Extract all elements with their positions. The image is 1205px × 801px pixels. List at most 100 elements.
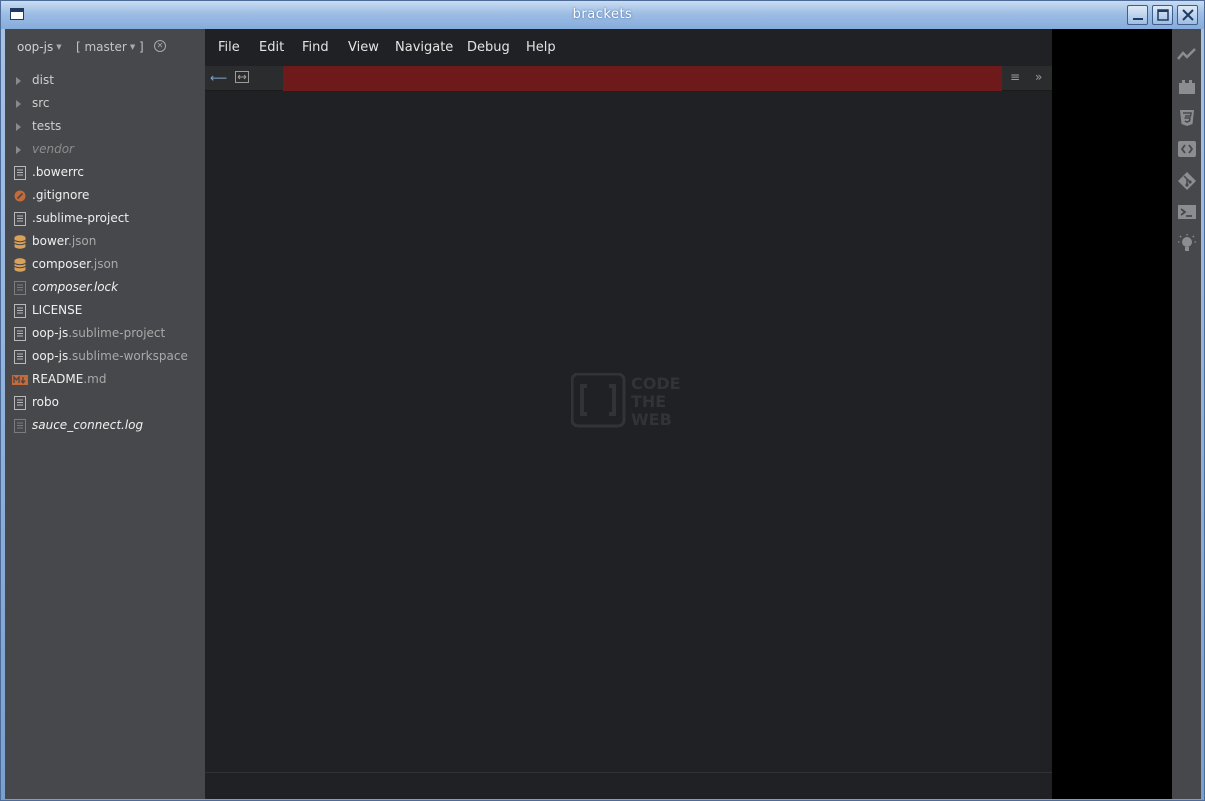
git-icon[interactable] [1177, 171, 1197, 191]
file-extension: .json [90, 257, 119, 271]
live-preview-icon[interactable] [1177, 45, 1197, 65]
tree-file[interactable]: LICENSE [5, 299, 205, 322]
branch-name: [ master [76, 40, 127, 54]
folder-name: vendor [32, 142, 74, 156]
menu-debug[interactable]: Debug [467, 40, 510, 55]
editor-toolbar: ⟵ ≡ » [205, 66, 1052, 91]
file-name: composer [32, 257, 91, 271]
logo-line1: CODE [631, 374, 681, 393]
caret-down-icon: ▼ [56, 43, 62, 51]
file-label: README.md [32, 372, 106, 386]
window-title: brackets [572, 7, 633, 22]
menu-find[interactable]: Find [302, 40, 329, 55]
file-label: bower.json [32, 234, 96, 248]
css3-icon[interactable] [1177, 108, 1197, 128]
tree-file[interactable]: .gitignore [5, 184, 205, 207]
file-extension: .sublime-project [68, 326, 166, 340]
file-extension: .md [83, 372, 107, 386]
menu-file[interactable]: File [218, 40, 240, 55]
tree-file[interactable]: .sublime-project [5, 207, 205, 230]
file-name: robo [32, 395, 59, 409]
triangle-right-icon[interactable] [16, 100, 21, 108]
logo-line3: WEB [631, 410, 672, 429]
menu-edit[interactable]: Edit [259, 40, 284, 55]
tree-file[interactable]: bower.json [5, 230, 205, 253]
project-dropdown[interactable]: oop-js ▼ [17, 40, 62, 54]
file-label: .sublime-project [32, 211, 129, 225]
tree-file[interactable]: robo [5, 391, 205, 414]
tree-folder[interactable]: src [5, 92, 205, 115]
triangle-right-icon[interactable] [16, 146, 21, 154]
file-label: oop-js.sublime-workspace [32, 349, 188, 363]
tree-file[interactable]: .bowerrc [5, 161, 205, 184]
arrow-left-icon[interactable]: ⟵ [210, 71, 227, 85]
extension-manager-icon[interactable] [1177, 77, 1197, 97]
close-project-icon[interactable]: ✕ [154, 40, 166, 52]
minimize-button[interactable] [1127, 5, 1148, 25]
app-window: brackets oop-js ▼ [ master ▼ ] ✕ dist src [0, 0, 1205, 801]
tree-file[interactable]: composer.json [5, 253, 205, 276]
client-area: oop-js ▼ [ master ▼ ] ✕ dist src tests vendor… [5, 29, 1201, 799]
maximize-button[interactable] [1152, 5, 1173, 25]
file-extension: .sublime-workspace [68, 349, 188, 363]
branch-close-bracket: ] [139, 40, 144, 54]
tree-file[interactable]: sauce_connect.log [5, 414, 205, 437]
split-view-icon[interactable] [235, 71, 249, 86]
file-tree: dist src tests vendor .bowerrc .gitignore .sub… [5, 69, 205, 437]
terminal-icon[interactable] [1177, 202, 1197, 222]
chevron-double-right-icon[interactable]: » [1035, 70, 1042, 84]
editor-area: File Edit Find View Navigate Debug Help ⟵ ≡ » … [205, 29, 1052, 799]
file-name: LICENSE [32, 303, 83, 317]
file-name: README [32, 372, 84, 386]
triangle-right-icon[interactable] [16, 77, 21, 85]
folder-name: dist [32, 73, 54, 87]
tree-file[interactable]: oop-js.sublime-project [5, 322, 205, 345]
tree-folder[interactable]: vendor [5, 138, 205, 161]
close-button[interactable] [1177, 5, 1198, 25]
caret-down-icon: ▼ [129, 43, 136, 51]
file-label: oop-js.sublime-project [32, 326, 165, 340]
brackets-logo: CODE THE WEB [571, 373, 681, 429]
folder-name: src [32, 96, 50, 110]
logo-line2: THE [631, 392, 666, 411]
file-name: composer.lock [32, 280, 119, 294]
menu-bar: File Edit Find View Navigate Debug Help [205, 29, 1052, 65]
tree-file[interactable]: README.md [5, 368, 205, 391]
hamburger-icon[interactable]: ≡ [1010, 70, 1020, 84]
file-label: robo [32, 395, 59, 409]
file-label: LICENSE [32, 303, 82, 317]
file-name: .gitignore [32, 188, 90, 202]
menu-view[interactable]: View [348, 40, 379, 55]
branch-dropdown[interactable]: [ master ▼ ] [76, 40, 144, 54]
project-bar: oop-js ▼ [ master ▼ ] ✕ [5, 29, 205, 65]
title-bar[interactable]: brackets [1, 1, 1204, 29]
file-name: sauce_connect.log [32, 418, 144, 432]
right-toolbar [1172, 29, 1201, 799]
file-label: composer.lock [32, 280, 118, 294]
tree-file[interactable]: composer.lock [5, 276, 205, 299]
file-label: .bowerrc [32, 165, 84, 179]
status-bar [205, 772, 1052, 799]
sidebar: oop-js ▼ [ master ▼ ] ✕ dist src tests vendor… [5, 29, 205, 799]
file-label: .gitignore [32, 188, 89, 202]
code-icon[interactable] [1177, 139, 1197, 159]
file-name: .sublime-project [32, 211, 130, 225]
empty-panel [1052, 29, 1172, 799]
triangle-right-icon[interactable] [16, 123, 21, 131]
tree-folder[interactable]: dist [5, 69, 205, 92]
project-name: oop-js [17, 40, 54, 54]
file-name: oop-js [32, 326, 69, 340]
folder-name: tests [32, 119, 62, 133]
file-label: composer.json [32, 257, 118, 271]
working-file-bar[interactable] [283, 66, 1002, 91]
file-name: oop-js [32, 349, 69, 363]
file-extension: .json [68, 234, 97, 248]
file-name: .bowerrc [32, 165, 84, 179]
tree-file[interactable]: oop-js.sublime-workspace [5, 345, 205, 368]
tree-folder[interactable]: tests [5, 115, 205, 138]
file-name: bower [32, 234, 68, 248]
lightbulb-icon[interactable] [1177, 233, 1197, 253]
menu-navigate[interactable]: Navigate [395, 40, 453, 55]
menu-help[interactable]: Help [526, 40, 556, 55]
file-label: sauce_connect.log [32, 418, 143, 432]
